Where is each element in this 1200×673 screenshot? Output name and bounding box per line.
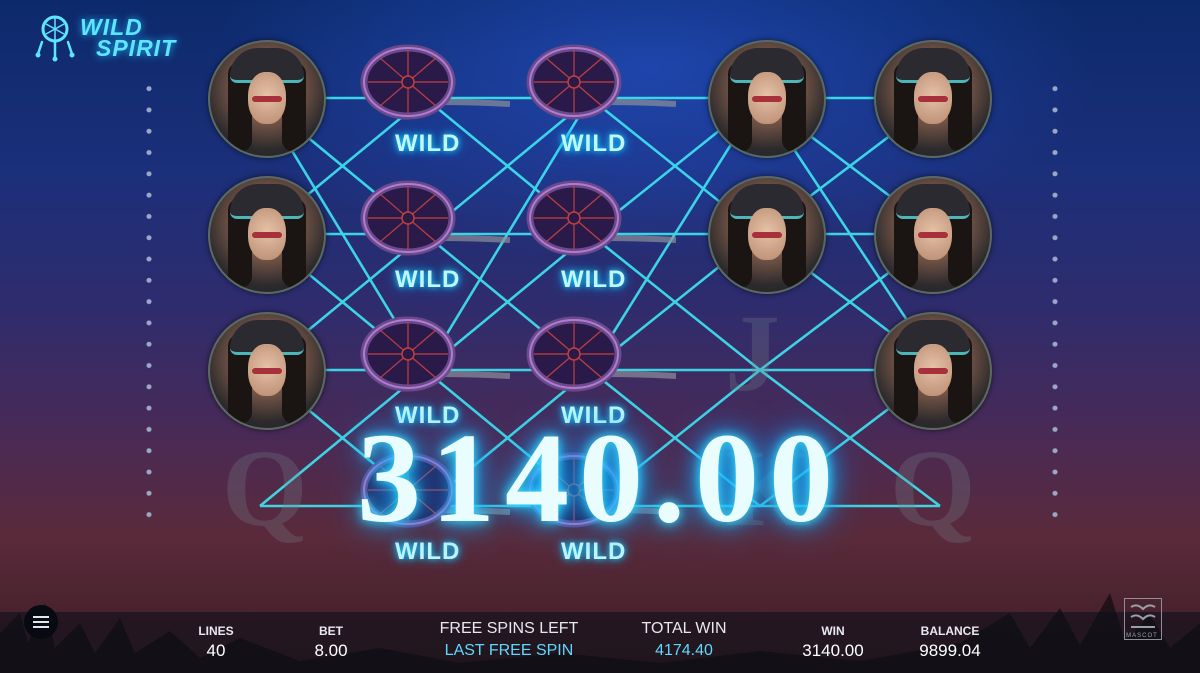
balance-label: BALANCE: [920, 624, 980, 638]
free-spins-display: FREE SPINS LEFT LAST FREE SPIN: [420, 620, 598, 660]
win-label: WIN: [821, 624, 845, 638]
symbol-warrior-woman: [700, 35, 830, 165]
free-spins-label: FREE SPINS LEFT: [439, 620, 579, 637]
total-win-value: 4174.40: [655, 642, 713, 659]
logo-title-line2: SPIRIT: [96, 35, 177, 61]
symbol-warrior-woman: [200, 35, 330, 165]
symbol-warrior-woman: [200, 171, 330, 301]
free-spins-value: LAST FREE SPIN: [444, 642, 574, 659]
symbol-warrior-woman: [700, 171, 830, 301]
symbol-warrior-woman: [866, 171, 996, 301]
bet-value: 8.00: [314, 641, 348, 660]
symbol-wild: WILD: [516, 40, 686, 170]
big-win-amount: 3140.00: [357, 407, 843, 549]
menu-button[interactable]: [24, 605, 58, 639]
balance-value: 9899.04: [919, 641, 981, 660]
wild-label: WILD: [561, 130, 627, 157]
lines-label: LINES: [198, 624, 234, 638]
symbol-wild: WILD: [350, 176, 520, 306]
wild-label: WILD: [395, 130, 461, 157]
left-payline-indicators: [146, 78, 152, 518]
bet-label: BET: [319, 624, 343, 638]
bet-display[interactable]: BET 8.00: [296, 624, 366, 661]
balance-display: BALANCE 9899.04: [904, 624, 996, 661]
game-logo: WILD SPIRIT: [30, 12, 200, 62]
symbol-wild: WILD: [350, 40, 520, 170]
lines-value: 40: [206, 641, 226, 660]
total-win-label: TOTAL WIN: [641, 620, 727, 637]
dreamcatcher-icon: [35, 15, 75, 62]
symbol-wild: WILD: [516, 176, 686, 306]
wild-label: WILD: [561, 266, 627, 293]
symbol-warrior-woman: [866, 35, 996, 165]
menu-icon: [33, 616, 49, 618]
right-payline-indicators: [1052, 78, 1058, 518]
symbol-j: J: [725, 292, 780, 414]
wild-label: WILD: [395, 266, 461, 293]
win-value: 3140.00: [802, 641, 864, 660]
bottom-info-bar: [0, 612, 1200, 673]
provider-name: MASCOT: [1126, 633, 1158, 639]
total-win-display: TOTAL WIN 4174.40: [622, 620, 746, 660]
lines-display[interactable]: LINES 40: [186, 624, 246, 661]
win-display: WIN 3140.00: [786, 624, 880, 661]
